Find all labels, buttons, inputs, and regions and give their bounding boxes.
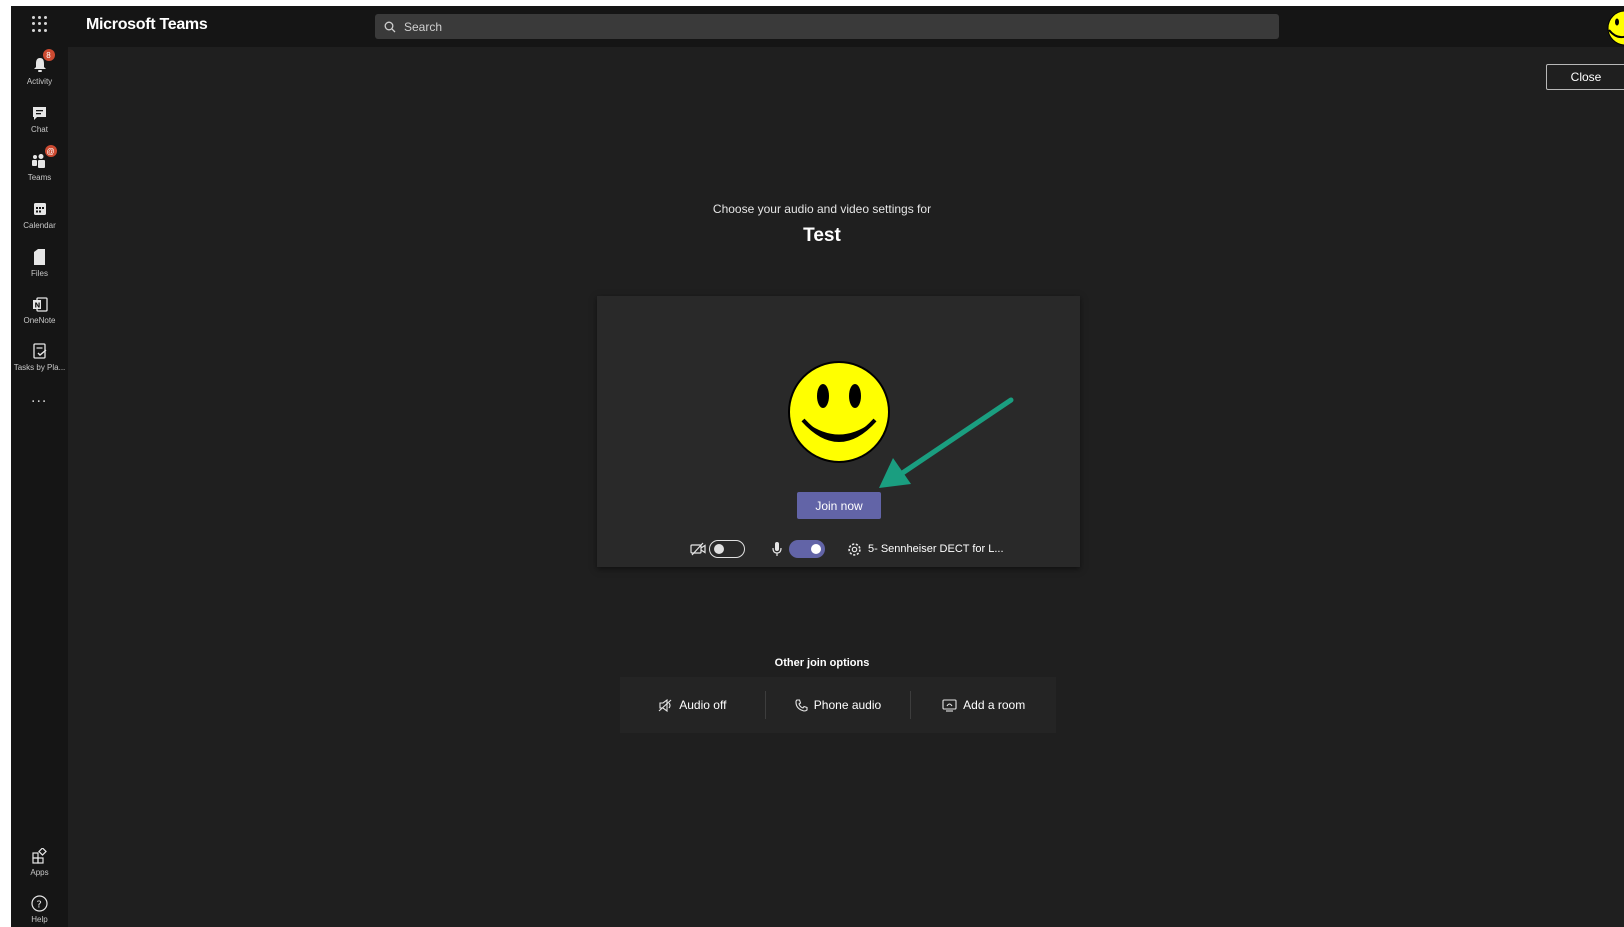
tasks-icon	[32, 343, 46, 359]
rail-item-label: Teams	[27, 173, 52, 182]
more-apps-icon[interactable]: ...	[31, 389, 47, 407]
video-preview: Join now 5- Sennheiser DECT for L...	[597, 296, 1080, 567]
onenote-icon: N	[32, 296, 48, 312]
camera-off-icon	[690, 542, 706, 556]
rail-item-apps[interactable]: Apps	[11, 842, 68, 886]
files-icon	[34, 249, 45, 265]
app-title: Microsoft Teams	[86, 16, 208, 33]
top-bar: Microsoft Teams	[11, 6, 1624, 47]
rail-item-chat[interactable]: Chat	[11, 99, 68, 143]
speaker-off-icon	[658, 698, 672, 712]
rail-item-files[interactable]: Files	[11, 243, 68, 287]
rail-item-label: Chat	[31, 125, 48, 134]
microphone-icon	[772, 542, 782, 556]
camera-toggle[interactable]	[709, 540, 745, 558]
rail-item-tasks[interactable]: Tasks by Pla...	[11, 337, 68, 381]
pointer-arrow	[879, 397, 1014, 488]
help-icon: ?	[31, 894, 48, 912]
device-controls: 5- Sennheiser DECT for L...	[690, 538, 1004, 560]
phone-icon	[795, 698, 808, 712]
gear-icon[interactable]	[847, 542, 862, 557]
teams-badge: @	[44, 145, 57, 157]
option-label: Phone audio	[813, 698, 882, 712]
audio-off-option[interactable]: Audio off	[620, 691, 765, 719]
meeting-title: Test	[803, 225, 841, 246]
activity-badge: 8	[42, 49, 55, 61]
teams-window: Microsoft Teams 8 Activity	[11, 6, 1624, 927]
other-join-options-title: Other join options	[774, 657, 870, 669]
option-label: Audio off	[679, 698, 727, 712]
rail-item-onenote[interactable]: N OneNote	[11, 290, 68, 334]
close-button[interactable]: Close	[1546, 64, 1624, 90]
smiley-avatar	[788, 361, 890, 463]
rail-item-label: OneNote	[23, 316, 56, 325]
chat-icon	[33, 106, 46, 120]
teams-icon	[31, 154, 45, 168]
svg-text:N: N	[34, 301, 40, 309]
rail-item-label: Files	[31, 269, 48, 278]
app-launcher-icon[interactable]	[32, 16, 48, 32]
room-icon	[942, 698, 957, 712]
join-now-button[interactable]: Join now	[797, 492, 881, 519]
apps-icon	[31, 848, 47, 864]
rail-item-label: Tasks by Pla...	[13, 363, 66, 372]
other-join-options: Audio off Phone audio Add a room	[620, 677, 1056, 733]
rail-item-label: Help	[31, 915, 48, 924]
microphone-toggle[interactable]	[789, 540, 825, 558]
rail-item-label: Activity	[26, 77, 53, 86]
option-label: Add a room	[963, 698, 1026, 712]
add-room-option[interactable]: Add a room	[910, 691, 1056, 719]
search-icon	[384, 21, 396, 32]
rail-item-activity[interactable]: 8 Activity	[11, 49, 68, 95]
app-rail: 8 Activity Chat @ Teams Calendar Files N…	[11, 47, 68, 927]
svg-text:?: ?	[37, 899, 42, 910]
rail-item-teams[interactable]: @ Teams	[11, 145, 68, 191]
phone-audio-option[interactable]: Phone audio	[764, 691, 911, 719]
prejoin-subtitle: Choose your audio and video settings for	[712, 202, 932, 216]
user-avatar[interactable]	[1603, 10, 1624, 46]
rail-item-help[interactable]: ? Help	[11, 889, 68, 927]
search-input[interactable]	[402, 18, 1256, 35]
search-bar[interactable]	[375, 14, 1279, 39]
audio-device-label[interactable]: 5- Sennheiser DECT for L...	[868, 543, 1004, 555]
rail-item-label: Apps	[30, 868, 49, 877]
